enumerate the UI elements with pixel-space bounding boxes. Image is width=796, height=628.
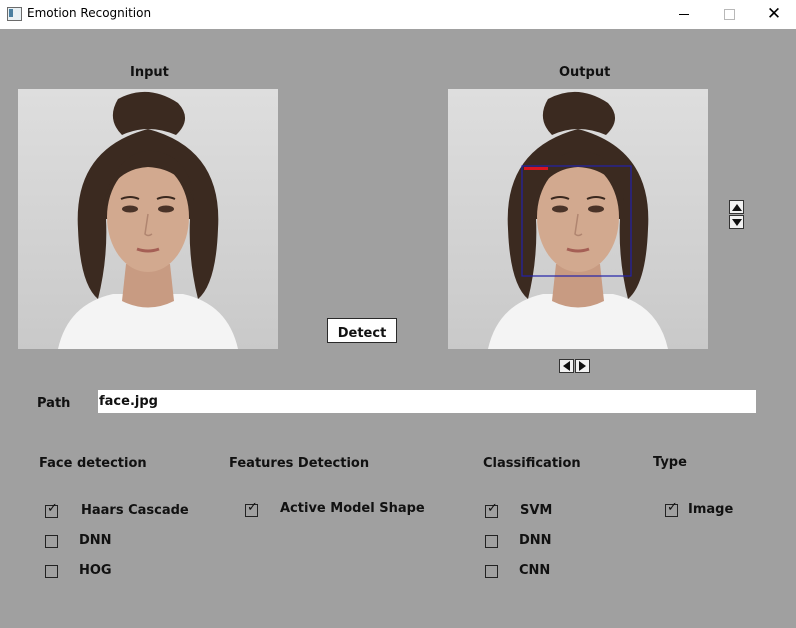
maximize-icon xyxy=(723,9,735,20)
input-label: Input xyxy=(130,65,169,80)
output-image xyxy=(448,89,708,349)
scroll-up-button[interactable] xyxy=(729,200,744,214)
image-type-label: Image xyxy=(688,502,734,517)
check-icon: ✓ xyxy=(47,501,58,516)
window-title: Emotion Recognition xyxy=(27,6,152,20)
active-model-shape-label: Active Model Shape xyxy=(280,501,425,516)
classification-title: Classification xyxy=(483,456,581,471)
type-title: Type xyxy=(653,455,687,470)
classification-dnn-checkbox[interactable] xyxy=(485,535,498,548)
arrow-left-icon xyxy=(563,361,570,371)
path-label: Path xyxy=(37,396,71,411)
svm-label: SVM xyxy=(520,503,553,518)
minimize-icon xyxy=(679,14,689,15)
arrow-up-icon xyxy=(731,203,742,211)
output-label: Output xyxy=(559,65,611,80)
arrow-down-icon xyxy=(731,218,742,226)
features-detection-title: Features Detection xyxy=(229,456,370,471)
input-image xyxy=(18,89,278,349)
close-icon: ✕ xyxy=(766,4,782,24)
title-bar: Emotion Recognition ✕ xyxy=(0,0,796,29)
detect-button[interactable]: Detect xyxy=(327,318,397,343)
next-button[interactable] xyxy=(575,359,590,373)
haars-cascade-checkbox[interactable]: ✓ xyxy=(45,501,58,518)
image-type-checkbox[interactable]: ✓ xyxy=(665,500,678,517)
path-input[interactable] xyxy=(98,390,756,413)
minimize-button[interactable] xyxy=(661,0,707,29)
cnn-checkbox[interactable] xyxy=(485,565,498,578)
check-icon: ✓ xyxy=(667,500,678,515)
active-model-shape-checkbox[interactable]: ✓ xyxy=(245,500,258,517)
hog-label: HOG xyxy=(79,563,112,578)
check-icon: ✓ xyxy=(247,500,258,515)
emotion-tag-mark xyxy=(524,167,548,170)
face-dnn-label: DNN xyxy=(79,533,112,548)
scroll-down-button[interactable] xyxy=(729,215,744,229)
haars-cascade-label: Haars Cascade xyxy=(81,503,189,518)
face-portrait-detected xyxy=(448,89,708,349)
classification-dnn-label: DNN xyxy=(519,533,552,548)
hog-checkbox[interactable] xyxy=(45,565,58,578)
cnn-label: CNN xyxy=(519,563,551,578)
app-icon xyxy=(7,7,22,21)
previous-button[interactable] xyxy=(559,359,574,373)
arrow-right-icon xyxy=(579,361,586,371)
face-dnn-checkbox[interactable] xyxy=(45,535,58,548)
close-button[interactable]: ✕ xyxy=(751,0,796,29)
svm-checkbox[interactable]: ✓ xyxy=(485,501,498,518)
maximize-button[interactable] xyxy=(706,0,752,29)
face-portrait xyxy=(18,89,278,349)
check-icon: ✓ xyxy=(487,501,498,516)
face-detection-title: Face detection xyxy=(39,456,147,471)
